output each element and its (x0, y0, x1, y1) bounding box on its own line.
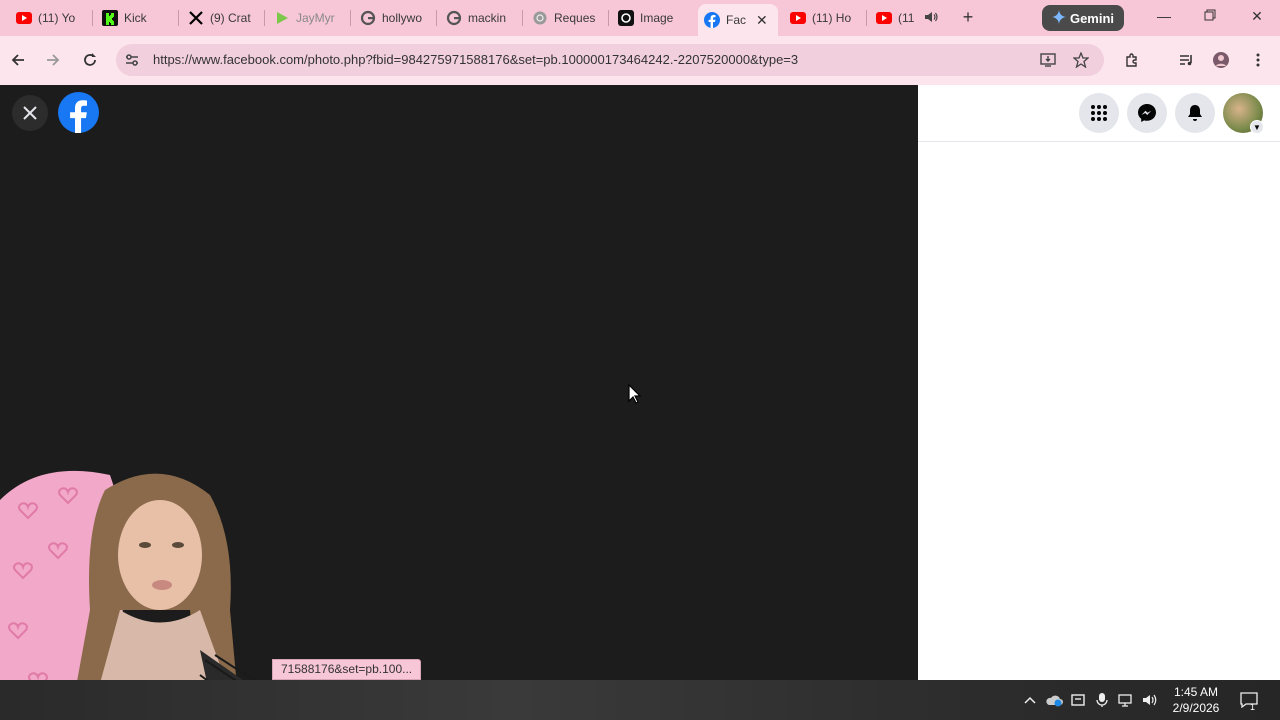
google-icon (446, 10, 462, 26)
google-icon (360, 10, 376, 26)
mouse-cursor-icon (628, 383, 642, 404)
browser-menu-icon[interactable] (1248, 50, 1268, 70)
url-text[interactable]: https://www.facebook.com/photo.php?fbid=… (153, 52, 798, 67)
tab-youtube-3[interactable]: (11 (870, 4, 950, 32)
tab-title: (11) Ho (812, 11, 852, 25)
tab-separator (866, 10, 867, 26)
tab-google-mackin[interactable]: mackin (440, 4, 522, 32)
windows-taskbar: 1:45 AM 2/9/2026 1 (0, 680, 1280, 720)
notification-count-badge: 1 (1250, 702, 1256, 712)
back-button[interactable] (8, 50, 28, 70)
address-bar[interactable]: https://www.facebook.com/photo.php?fbid=… (116, 44, 1104, 76)
tab-title: Fac (726, 13, 747, 27)
image-app-icon (618, 10, 634, 26)
onedrive-icon[interactable] (1045, 690, 1063, 710)
kick-icon (102, 10, 118, 26)
tab-title: (11 (898, 11, 915, 25)
close-photo-button[interactable] (12, 95, 48, 131)
network-icon[interactable] (1117, 690, 1135, 710)
taskview-icon[interactable] (1069, 690, 1087, 710)
profile-icon[interactable] (1211, 50, 1231, 70)
tab-separator (608, 10, 609, 26)
tab-jaymyr[interactable]: JayMyr (268, 4, 350, 32)
facebook-top-bar: ▼ (918, 85, 1280, 142)
site-settings-icon[interactable] (124, 52, 140, 68)
tab-separator (178, 10, 179, 26)
play-icon (274, 10, 290, 26)
tab-separator (264, 10, 265, 26)
chevron-up-icon[interactable] (1021, 690, 1039, 710)
grid-menu-icon (1091, 105, 1107, 121)
bell-icon (1188, 105, 1202, 121)
tab-separator (92, 10, 93, 26)
tab-google-hollywood[interactable]: hollywo (354, 4, 436, 32)
tab-title: hollywo (382, 11, 423, 25)
tab-youtube-2[interactable]: (11) Ho (784, 4, 866, 32)
gemini-label: Gemini (1069, 10, 1115, 26)
menu-button[interactable] (1079, 93, 1119, 133)
new-tab-button[interactable]: + (958, 8, 978, 26)
clock-time: 1:45 AM (1173, 685, 1219, 699)
reload-button[interactable] (80, 50, 100, 70)
tab-image[interactable]: Image (612, 4, 696, 32)
tab-x[interactable]: (9) Crat (182, 4, 264, 32)
notifications-button[interactable] (1175, 93, 1215, 133)
volume-icon[interactable] (1141, 690, 1159, 710)
messenger-button[interactable] (1127, 93, 1167, 133)
tab-title: mackin (468, 11, 507, 25)
tab-youtube-1[interactable]: (11) Yo (10, 4, 92, 32)
restore-button[interactable] (1200, 8, 1220, 24)
globe-icon (532, 10, 548, 26)
messenger-icon (1138, 104, 1156, 122)
tab-title: (11) Yo (38, 11, 76, 25)
close-icon (23, 106, 37, 120)
forward-button[interactable] (43, 50, 63, 70)
tab-title: Image (640, 11, 674, 25)
youtube-icon (790, 10, 806, 26)
youtube-icon (876, 10, 892, 26)
facebook-logo[interactable] (58, 92, 99, 133)
tab-title: Kick (124, 11, 147, 25)
tab-title: (9) Crat (210, 11, 251, 25)
close-window-button[interactable]: ✕ (1247, 8, 1267, 25)
tab-separator (350, 10, 351, 26)
tab-strip: (11) Yo Kick (9) Crat JayMyr hollywo mac… (0, 0, 1280, 36)
speaker-icon[interactable] (924, 10, 938, 27)
tab-separator (436, 10, 437, 26)
microphone-icon[interactable] (1093, 690, 1111, 710)
browser-toolbar: https://www.facebook.com/photo.php?fbid=… (0, 36, 1280, 85)
clock-date: 2/9/2026 (1172, 701, 1220, 715)
minimize-button[interactable]: — (1154, 8, 1174, 24)
youtube-icon (16, 10, 32, 26)
facebook-icon (704, 12, 720, 28)
tab-facebook-active[interactable]: Fac ✕ (698, 4, 778, 36)
tab-request[interactable]: Reques (526, 4, 608, 32)
x-icon (188, 10, 204, 26)
tab-title: JayMyr (296, 11, 335, 25)
gemini-spark-icon (1051, 9, 1066, 27)
photo-side-panel: ▼ (918, 85, 1280, 680)
tab-kick[interactable]: Kick (96, 4, 178, 32)
media-controls-icon[interactable] (1176, 50, 1196, 70)
install-app-icon[interactable] (1039, 51, 1057, 69)
tab-close-icon[interactable]: ✕ (756, 12, 768, 29)
chevron-down-icon[interactable]: ▼ (1250, 120, 1264, 134)
tab-title: Reques (554, 11, 596, 25)
bookmark-star-icon[interactable] (1072, 51, 1090, 69)
notification-center-icon[interactable] (1239, 690, 1259, 710)
tab-separator (522, 10, 523, 26)
gemini-button[interactable]: Gemini (1042, 5, 1124, 31)
taskbar-clock[interactable]: 1:45 AM 2/9/2026 (1168, 684, 1224, 716)
extensions-icon[interactable] (1122, 50, 1142, 70)
